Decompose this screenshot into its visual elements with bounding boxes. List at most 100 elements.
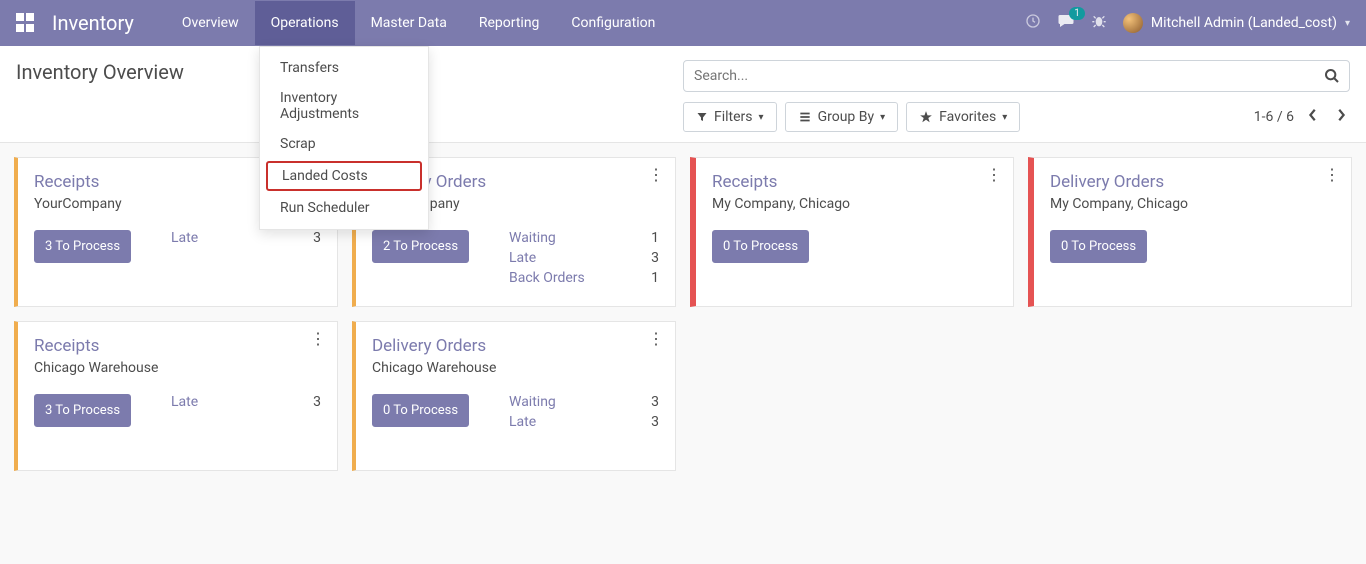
kanban-card[interactable]: ⋮Receipts Chicago Warehouse 3 To Process La… [14,321,338,471]
card-row: 0 To Process Waiting 3 Late 3 [372,394,659,430]
stat-value: 3 [651,414,659,430]
chevron-down-icon: ▾ [759,112,764,123]
stat-value: 3 [651,394,659,410]
card-stats: Late 3 [171,230,321,246]
pager-text: 1-6 / 6 [1254,109,1294,125]
card-title[interactable]: Receipts [34,336,321,356]
to-process-button[interactable]: 3 To Process [34,230,131,263]
star-icon [919,110,933,124]
stat-label: Waiting [509,230,556,246]
favorites-button[interactable]: Favorites ▾ [906,102,1020,132]
to-process-button[interactable]: 3 To Process [34,394,131,427]
stat-label: Late [171,394,198,410]
chevron-down-icon: ▾ [1345,18,1350,29]
top-navbar: Inventory Overview Operations Master Dat… [0,0,1366,46]
kebab-icon[interactable]: ⋮ [648,170,663,180]
stat-value: 3 [313,394,321,410]
stat-row[interactable]: Waiting 3 [509,394,659,410]
dd-item-run-scheduler[interactable]: Run Scheduler [260,193,428,223]
dd-item-scrap[interactable]: Scrap [260,129,428,159]
stat-label: Waiting [509,394,556,410]
nav-item-operations[interactable]: Operations [255,1,355,45]
card-row: 0 To Process [712,230,997,263]
kebab-icon[interactable]: ⋮ [648,334,663,344]
stat-value: 1 [651,270,659,286]
pager-next[interactable] [1332,104,1350,130]
chevron-down-icon: ▾ [1002,112,1007,123]
chat-icon[interactable]: 1 [1057,13,1075,33]
dd-item-transfers[interactable]: Transfers [260,53,428,83]
card-title[interactable]: Delivery Orders [372,336,659,356]
stat-row[interactable]: Late 3 [171,394,321,410]
card-stats: Waiting 3 Late 3 [509,394,659,430]
pager: 1-6 / 6 [1254,104,1350,130]
operations-dropdown: Transfers Inventory Adjustments Scrap La… [259,46,429,230]
card-row: 3 To Process Late 3 [34,394,321,427]
nav-item-overview[interactable]: Overview [166,1,255,45]
filter-row: Filters ▾ Group By ▾ Favorites ▾ 1-6 / 6 [683,102,1350,132]
nav-item-master-data[interactable]: Master Data [355,1,463,45]
to-process-button[interactable]: 0 To Process [372,394,469,427]
nav-items: Overview Operations Master Data Reportin… [166,1,672,45]
chat-badge: 1 [1069,7,1085,20]
groupby-button[interactable]: Group By ▾ [785,102,899,132]
avatar [1123,13,1143,33]
kanban-card[interactable]: ⋮Receipts My Company, Chicago 0 To Process [690,157,1014,307]
brand-title[interactable]: Inventory [52,11,134,35]
search-input[interactable] [683,60,1350,92]
nav-item-reporting[interactable]: Reporting [463,1,556,45]
card-subtitle: Chicago Warehouse [34,360,321,376]
card-title[interactable]: Delivery Orders [1050,172,1335,192]
card-subtitle: My Company, Chicago [712,196,997,212]
funnel-icon [696,111,708,123]
apps-icon[interactable] [16,13,36,33]
kebab-icon[interactable]: ⋮ [1324,170,1339,180]
stat-label: Late [171,230,198,246]
card-title[interactable]: Receipts [712,172,997,192]
kanban-board: ⋮ReceiptsYourCompany3 To ProcessLate3⋮De… [0,143,1366,485]
pager-prev[interactable] [1304,104,1322,130]
stat-label: Back Orders [509,270,585,286]
dd-item-inventory-adjustments[interactable]: Inventory Adjustments [260,83,428,129]
stat-value: 1 [651,230,659,246]
bug-icon[interactable] [1091,13,1107,33]
card-row: 3 To Process Late 3 [34,230,321,263]
card-stats: Waiting 1 Late 3 Back Orders 1 [509,230,659,286]
search-box [683,60,1350,92]
dd-item-landed-costs[interactable]: Landed Costs [266,161,422,191]
kebab-icon[interactable]: ⋮ [310,334,325,344]
kebab-icon[interactable]: ⋮ [986,170,1001,180]
stat-row[interactable]: Late 3 [171,230,321,246]
card-subtitle: Chicago Warehouse [372,360,659,376]
filters-button[interactable]: Filters ▾ [683,102,777,132]
kanban-card[interactable]: ⋮Delivery Orders My Company, Chicago 0 To … [1028,157,1352,307]
nav-item-configuration[interactable]: Configuration [555,1,671,45]
kanban-card[interactable]: ⋮Delivery Orders Chicago Warehouse 0 To Pr… [352,321,676,471]
stat-label: Late [509,414,536,430]
to-process-button[interactable]: 0 To Process [712,230,809,263]
favorites-label: Favorites [939,109,996,125]
card-row: 0 To Process [1050,230,1335,263]
user-menu[interactable]: Mitchell Admin (Landed_cost) ▾ [1123,13,1350,33]
to-process-button[interactable]: 0 To Process [1050,230,1147,263]
user-name: Mitchell Admin (Landed_cost) [1151,15,1337,31]
filters-label: Filters [714,109,753,125]
card-stats: Late 3 [171,394,321,410]
stat-value: 3 [651,250,659,266]
stat-row[interactable]: Back Orders 1 [509,270,659,286]
search-icon[interactable] [1324,68,1340,88]
stat-label: Late [509,250,536,266]
card-subtitle: My Company, Chicago [1050,196,1335,212]
groupby-label: Group By [818,109,875,125]
clock-icon[interactable] [1025,13,1041,33]
list-icon [798,111,812,123]
stat-row[interactable]: Waiting 1 [509,230,659,246]
stat-row[interactable]: Late 3 [509,250,659,266]
chevron-down-icon: ▾ [880,112,885,123]
card-row: 2 To Process Waiting 1 Late 3 Back Orders 1 [372,230,659,286]
nav-right: 1 Mitchell Admin (Landed_cost) ▾ [1025,13,1350,33]
control-panel: Inventory Overview Filters ▾ Group By ▾ … [0,46,1366,143]
stat-row[interactable]: Late 3 [509,414,659,430]
to-process-button[interactable]: 2 To Process [372,230,469,263]
stat-value: 3 [313,230,321,246]
